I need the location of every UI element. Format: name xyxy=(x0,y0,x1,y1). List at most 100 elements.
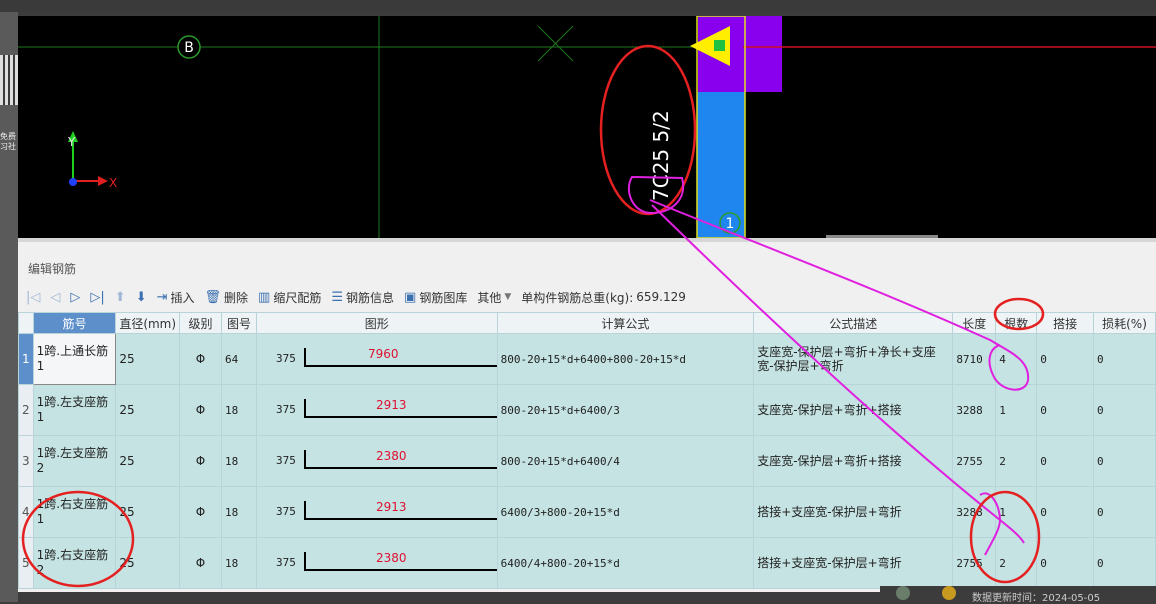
length-cell[interactable]: 2755 xyxy=(952,537,997,589)
shape-cell[interactable]: 375 2380 xyxy=(255,537,498,589)
fig-no-cell[interactable]: 18 xyxy=(220,435,257,487)
shape-mid-value: 7960 xyxy=(367,347,399,361)
diameter-cell[interactable]: 25 xyxy=(115,384,181,436)
formula-cell[interactable]: 6400/3+800-20+15*d xyxy=(496,486,755,538)
last-button[interactable]: ▷| xyxy=(88,290,106,305)
header-loss[interactable]: 损耗(%) xyxy=(1093,312,1156,334)
table-header: 筋号 直径(mm) 级别 图号 图形 计算公式 公式描述 长度 根数 搭接 损耗… xyxy=(18,312,1156,334)
formula-cell[interactable]: 6400/4+800-20+15*d xyxy=(496,537,755,589)
shape-cell[interactable]: 3757960375 xyxy=(255,333,498,385)
diameter-cell[interactable]: 25 xyxy=(115,486,181,538)
ucs-y-label: Y xyxy=(67,135,76,149)
length-cell[interactable]: 3288 xyxy=(952,384,997,436)
row-number[interactable]: 2 xyxy=(18,384,34,436)
delete-button[interactable]: 🗑 删除 xyxy=(203,289,251,306)
fig-no-cell[interactable]: 18 xyxy=(220,384,257,436)
rebar-info-button[interactable]: ☰ 钢筋信息 xyxy=(329,289,396,306)
table-row[interactable]: 3 1跨.左支座筋2 25 Φ 18 375 2380 800-20+15*d+6400/4 支… xyxy=(18,435,1156,487)
bar-name-cell[interactable]: 1跨.左支座筋2 xyxy=(32,435,117,487)
header-fig-no[interactable]: 图号 xyxy=(220,312,257,334)
trash-icon: 🗑 xyxy=(204,289,222,305)
row-number[interactable]: 5 xyxy=(18,537,34,589)
bar-name-cell[interactable]: 1跨.右支座筋2 xyxy=(32,537,117,589)
insert-button[interactable]: ⇥ 插入 xyxy=(155,289,197,306)
bar-name-cell[interactable]: 1跨.上通长筋1 xyxy=(32,333,117,385)
move-up-button[interactable]: ⬆ xyxy=(113,290,128,305)
scale-rebar-button[interactable]: ▥ 缩尺配筋 xyxy=(256,289,323,306)
move-down-button[interactable]: ⬇ xyxy=(134,290,149,305)
diameter-cell[interactable]: 25 xyxy=(115,435,181,487)
lap-cell[interactable]: 0 xyxy=(1036,537,1095,589)
header-formula[interactable]: 计算公式 xyxy=(496,312,755,334)
count-cell[interactable]: 4 xyxy=(995,333,1038,385)
bars-icon: ▥ xyxy=(258,289,271,305)
rebar-annotation-text[interactable]: 7C25 5/2 xyxy=(649,110,673,201)
formula-cell[interactable]: 800-20+15*d+6400+800-20+15*d xyxy=(496,333,755,385)
header-description[interactable]: 公式描述 xyxy=(753,312,954,334)
row-number[interactable]: 3 xyxy=(18,435,34,487)
lap-cell[interactable]: 0 xyxy=(1036,384,1095,436)
length-cell[interactable]: 3288 xyxy=(952,486,997,538)
lap-cell[interactable]: 0 xyxy=(1036,333,1095,385)
loss-cell[interactable]: 0 xyxy=(1093,537,1156,589)
description-cell[interactable]: 支座宽-保护层+弯折+净长+支座宽-保护层+弯折 xyxy=(753,333,954,385)
grade-cell[interactable]: Φ xyxy=(179,435,222,487)
loss-cell[interactable]: 0 xyxy=(1093,435,1156,487)
grip-green[interactable] xyxy=(714,40,725,51)
header-lap[interactable]: 搭接 xyxy=(1036,312,1095,334)
header-length[interactable]: 长度 xyxy=(952,312,997,334)
table-row[interactable]: 2 1跨.左支座筋1 25 Φ 18 375 2913 800-20+15*d+6400/3 支… xyxy=(18,384,1156,436)
row-number[interactable]: 1 xyxy=(18,333,34,385)
description-cell[interactable]: 支座宽-保护层+弯折+搭接 xyxy=(753,384,954,436)
header-grade[interactable]: 级别 xyxy=(179,312,222,334)
description-cell[interactable]: 支座宽-保护层+弯折+搭接 xyxy=(753,435,954,487)
other-dropdown[interactable]: 其他 ▼ xyxy=(475,289,513,306)
length-cell[interactable]: 8710 xyxy=(952,333,997,385)
next-button[interactable]: ▷ xyxy=(68,290,82,305)
shape-cell[interactable]: 375 2913 xyxy=(255,384,498,436)
bar-name-cell[interactable]: 1跨.左支座筋1 xyxy=(32,384,117,436)
header-bar-no[interactable]: 筋号 xyxy=(32,312,117,334)
fig-no-cell[interactable]: 64 xyxy=(220,333,257,385)
cad-viewport[interactable]: B 1 7C25 5/2 Y X xyxy=(18,16,1156,238)
first-button[interactable]: |◁ xyxy=(24,290,42,305)
shape-left-hook xyxy=(303,450,306,468)
loss-cell[interactable]: 0 xyxy=(1093,486,1156,538)
count-cell[interactable]: 1 xyxy=(995,486,1038,538)
shape-cell[interactable]: 375 2380 xyxy=(255,435,498,487)
loss-cell[interactable]: 0 xyxy=(1093,333,1156,385)
insert-icon: ⇥ xyxy=(156,289,168,305)
grade-cell[interactable]: Φ xyxy=(179,384,222,436)
lap-cell[interactable]: 0 xyxy=(1036,435,1095,487)
count-cell[interactable]: 2 xyxy=(995,435,1038,487)
rebar-shape: 375 2380 xyxy=(260,548,497,578)
description-cell[interactable]: 搭接+支座宽-保护层+弯折 xyxy=(753,537,954,589)
table-row[interactable]: 11跨.上通长筋125Φ643757960375800-20+15*d+6400… xyxy=(18,333,1156,385)
description-cell[interactable]: 搭接+支座宽-保护层+弯折 xyxy=(753,486,954,538)
rebar-library-button[interactable]: ▣ 钢筋图库 xyxy=(402,289,469,306)
grade-cell[interactable]: Φ xyxy=(179,333,222,385)
header-count[interactable]: 根数 xyxy=(995,312,1038,334)
formula-cell[interactable]: 800-20+15*d+6400/4 xyxy=(496,435,755,487)
count-cell[interactable]: 1 xyxy=(995,384,1038,436)
grade-cell[interactable]: Φ xyxy=(179,537,222,589)
table-row[interactable]: 4 1跨.右支座筋1 25 Φ 18 375 2913 6400/3+800-20+15*d 搭… xyxy=(18,486,1156,538)
footer-circle-icon xyxy=(896,586,910,600)
diameter-cell[interactable]: 25 xyxy=(115,333,181,385)
table-row[interactable]: 5 1跨.右支座筋2 25 Φ 18 375 2380 6400/4+800-20+15*d 搭… xyxy=(18,537,1156,589)
header-shape[interactable]: 图形 xyxy=(255,312,498,334)
bar-name-cell[interactable]: 1跨.右支座筋1 xyxy=(32,486,117,538)
shape-cell[interactable]: 375 2913 xyxy=(255,486,498,538)
lap-cell[interactable]: 0 xyxy=(1036,486,1095,538)
grade-cell[interactable]: Φ xyxy=(179,486,222,538)
formula-cell[interactable]: 800-20+15*d+6400/3 xyxy=(496,384,755,436)
fig-no-cell[interactable]: 18 xyxy=(220,537,257,589)
fig-no-cell[interactable]: 18 xyxy=(220,486,257,538)
count-cell[interactable]: 2 xyxy=(995,537,1038,589)
loss-cell[interactable]: 0 xyxy=(1093,384,1156,436)
row-number[interactable]: 4 xyxy=(18,486,34,538)
diameter-cell[interactable]: 25 xyxy=(115,537,181,589)
length-cell[interactable]: 2755 xyxy=(952,435,997,487)
header-diameter[interactable]: 直径(mm) xyxy=(115,312,181,334)
prev-button[interactable]: ◁ xyxy=(48,290,62,305)
